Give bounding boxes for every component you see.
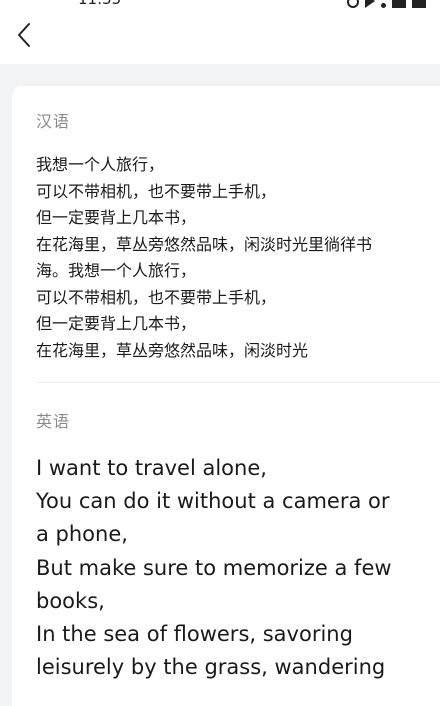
signal-status-icon — [392, 0, 406, 8]
english-line: You can do it without a camera or — [36, 489, 390, 514]
english-line: But make sure to memorize a few — [36, 555, 392, 580]
chinese-line: 在花海里，草丛旁悠然品味，闲淡时光 — [36, 340, 309, 360]
chinese-line: 但一定要背上几本书， — [36, 208, 197, 227]
english-line: a phone, — [36, 522, 128, 547]
back-button[interactable] — [10, 18, 38, 52]
battery-status-icon — [412, 0, 426, 8]
location-status-icon — [365, 0, 375, 8]
english-line: books, — [36, 588, 105, 613]
translation-card: 汉语 我想一个人旅行， 可以不带相机，也不要带上手机， 但一定要背上几本书， 在… — [12, 86, 440, 706]
status-icons — [347, 0, 426, 8]
search-status-icon — [347, 0, 359, 8]
chinese-line: 我想一个人旅行， — [36, 155, 165, 174]
chinese-text: 我想一个人旅行， 可以不带相机，也不要带上手机， 但一定要背上几本书， 在花海里… — [36, 152, 436, 364]
chinese-line: 海。我想一个人旅行， — [36, 261, 197, 280]
chinese-line: 可以不带相机，也不要带上手机， — [36, 181, 277, 201]
nav-bar — [0, 10, 440, 64]
chevron-left-icon — [18, 23, 30, 47]
section-divider — [36, 382, 440, 383]
english-line: In the sea of flowers, savoring — [36, 621, 353, 646]
dot-status-icon — [381, 3, 386, 8]
status-bar: 11:55 — [0, 0, 440, 10]
chinese-line: 在花海里，草丛旁悠然品味，闲淡时光里徜徉书 — [36, 234, 373, 254]
status-time: 11:55 — [78, 0, 121, 8]
chinese-section-label: 汉语 — [36, 112, 71, 131]
chinese-line: 但一定要背上几本书， — [36, 314, 197, 333]
english-text: I want to travel alone, You can do it wi… — [36, 452, 438, 684]
english-line: leisurely by the grass, wandering — [36, 655, 386, 680]
chinese-line: 可以不带相机，也不要带上手机， — [36, 287, 277, 307]
english-section-label: 英语 — [36, 412, 71, 431]
english-line: I want to travel alone, — [36, 456, 267, 480]
